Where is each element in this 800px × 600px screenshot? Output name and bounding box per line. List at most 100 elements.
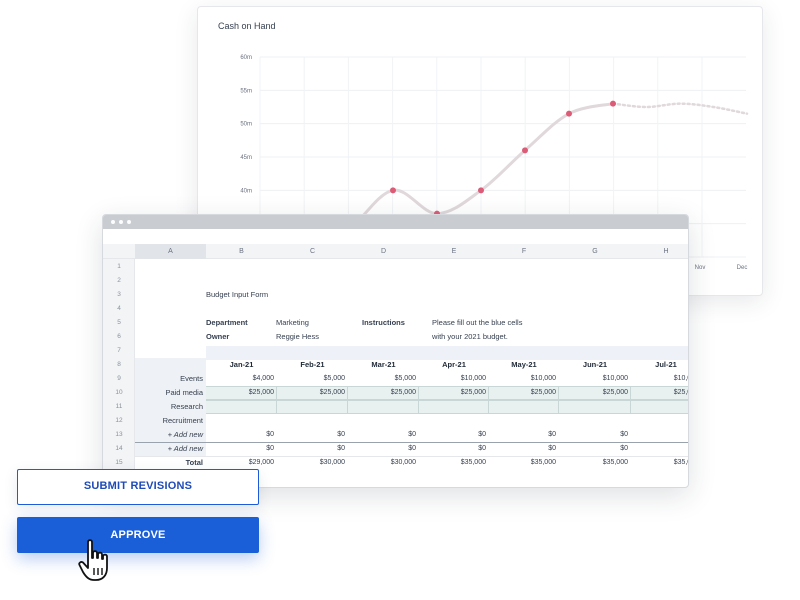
row-number[interactable]: 3 (103, 288, 135, 302)
row-number[interactable]: 5 (103, 316, 135, 330)
y-tick-label: 50m (240, 122, 252, 128)
table-cell[interactable]: $0 (277, 442, 345, 456)
row-number[interactable]: 9 (103, 372, 135, 386)
cash-forecast-line (611, 102, 749, 115)
chart-point[interactable] (478, 187, 484, 194)
table-cell[interactable]: $0 (418, 428, 486, 442)
row-number[interactable]: 4 (103, 302, 135, 316)
column-header[interactable]: G (559, 244, 631, 259)
month-header[interactable]: Jul-21 (631, 358, 688, 372)
month-header[interactable]: Apr-21 (419, 358, 489, 372)
submit-revisions-button[interactable]: SUBMIT REVISIONS (17, 469, 259, 505)
row-number[interactable]: 7 (103, 344, 135, 358)
table-cell[interactable]: $0 (560, 442, 628, 456)
table-cell[interactable]: $35,000 (631, 456, 688, 470)
table-cell[interactable]: $25,000 (206, 386, 274, 400)
row-number[interactable]: 15 (103, 456, 135, 470)
row-label[interactable]: Recruitment (135, 414, 203, 428)
row-number[interactable]: 8 (103, 358, 135, 372)
table-cell[interactable]: $0 (348, 428, 416, 442)
window-dot-icon[interactable] (111, 220, 115, 224)
department-label[interactable]: Department (206, 316, 248, 330)
table-cell[interactable]: $10,000 (418, 372, 486, 386)
hand-pointer-icon (78, 539, 108, 581)
y-tick-label: 60m (240, 55, 252, 61)
month-header[interactable]: May-21 (489, 358, 559, 372)
table-cell[interactable]: $5,000 (348, 372, 416, 386)
row-label[interactable]: Paid media (135, 386, 203, 400)
table-cell[interactable]: $25,000 (277, 386, 345, 400)
row-number[interactable]: 2 (103, 274, 135, 288)
row-number[interactable]: 1 (103, 260, 135, 274)
column-header[interactable]: E (419, 244, 489, 259)
table-cell[interactable]: $4,000 (206, 372, 274, 386)
table-cell[interactable]: $10,000 (631, 372, 688, 386)
chart-point[interactable] (566, 110, 572, 117)
table-cell[interactable]: $30,000 (277, 456, 345, 470)
row-number[interactable]: 12 (103, 414, 135, 428)
row-label[interactable]: Events (135, 372, 203, 386)
month-header[interactable]: Jun-21 (559, 358, 631, 372)
x-tick-label: Dec (737, 265, 748, 271)
month-header[interactable]: Mar-21 (348, 358, 419, 372)
table-cell[interactable]: $35,000 (560, 456, 628, 470)
table-cell[interactable]: $0 (206, 428, 274, 442)
chart-point[interactable] (390, 187, 396, 194)
month-header[interactable]: Jan-21 (206, 358, 277, 372)
instructions-text[interactable]: with your 2021 budget. (432, 330, 508, 344)
row-label[interactable]: + Add new (135, 442, 203, 456)
table-cell[interactable]: $0 (488, 442, 556, 456)
table-cell[interactable]: $25,000 (560, 386, 628, 400)
table-cell[interactable]: $0 (206, 442, 274, 456)
approve-button[interactable]: APPROVE (17, 517, 259, 553)
table-cell[interactable]: $0 (488, 428, 556, 442)
row-number[interactable]: 13 (103, 428, 135, 442)
table-cell[interactable]: $5,000 (277, 372, 345, 386)
month-header[interactable]: Feb-21 (277, 358, 348, 372)
chart-point[interactable] (610, 100, 616, 107)
y-tick-label: 55m (240, 88, 252, 94)
chart-point[interactable] (522, 147, 528, 154)
table-cell[interactable]: $25,000 (348, 386, 416, 400)
table-cell[interactable]: $25,000 (631, 386, 688, 400)
department-value[interactable]: Marketing (276, 316, 309, 330)
column-header[interactable]: F (489, 244, 559, 259)
row-label-cell (135, 358, 206, 372)
row-label[interactable]: Total (135, 456, 203, 470)
x-tick-label: Nov (695, 265, 706, 271)
row-number[interactable]: 6 (103, 330, 135, 344)
column-header[interactable]: B (206, 244, 277, 259)
table-cell[interactable]: $0 (277, 428, 345, 442)
table-cell[interactable]: $0 (560, 428, 628, 442)
corner-cell[interactable] (103, 244, 135, 259)
table-cell[interactable]: $35,000 (418, 456, 486, 470)
owner-value[interactable]: Reggie Hess (276, 330, 319, 344)
table-cell[interactable]: $10,000 (488, 372, 556, 386)
window-dot-icon[interactable] (127, 220, 131, 224)
instructions-text[interactable]: Please fill out the blue cells (432, 316, 522, 330)
table-cell[interactable]: $25,000 (488, 386, 556, 400)
row-label[interactable]: + Add new (135, 428, 203, 442)
column-header[interactable]: A (135, 244, 206, 259)
table-cell[interactable]: $0 (418, 442, 486, 456)
instructions-label[interactable]: Instructions (362, 316, 405, 330)
table-cell[interactable]: $35,000 (488, 456, 556, 470)
y-tick-label: 45m (240, 155, 252, 161)
column-header[interactable]: H (631, 244, 688, 259)
row-number[interactable]: 10 (103, 386, 135, 400)
table-cell[interactable]: $25,000 (418, 386, 486, 400)
owner-label[interactable]: Owner (206, 330, 229, 344)
table-cell[interactable]: $0 (348, 442, 416, 456)
window-dot-icon[interactable] (119, 220, 123, 224)
row-number[interactable]: 14 (103, 442, 135, 456)
row-number[interactable]: 11 (103, 400, 135, 414)
window-titlebar (103, 215, 688, 229)
table-cell[interactable]: $10,000 (560, 372, 628, 386)
blue-input-row-recruitment[interactable] (206, 400, 688, 414)
column-header[interactable]: C (277, 244, 348, 259)
column-header[interactable]: D (348, 244, 419, 259)
table-cell[interactable]: $30,000 (348, 456, 416, 470)
row-label[interactable]: Research (135, 400, 203, 414)
form-title[interactable]: Budget Input Form (206, 288, 268, 302)
table-cell[interactable]: $29,000 (206, 456, 274, 470)
